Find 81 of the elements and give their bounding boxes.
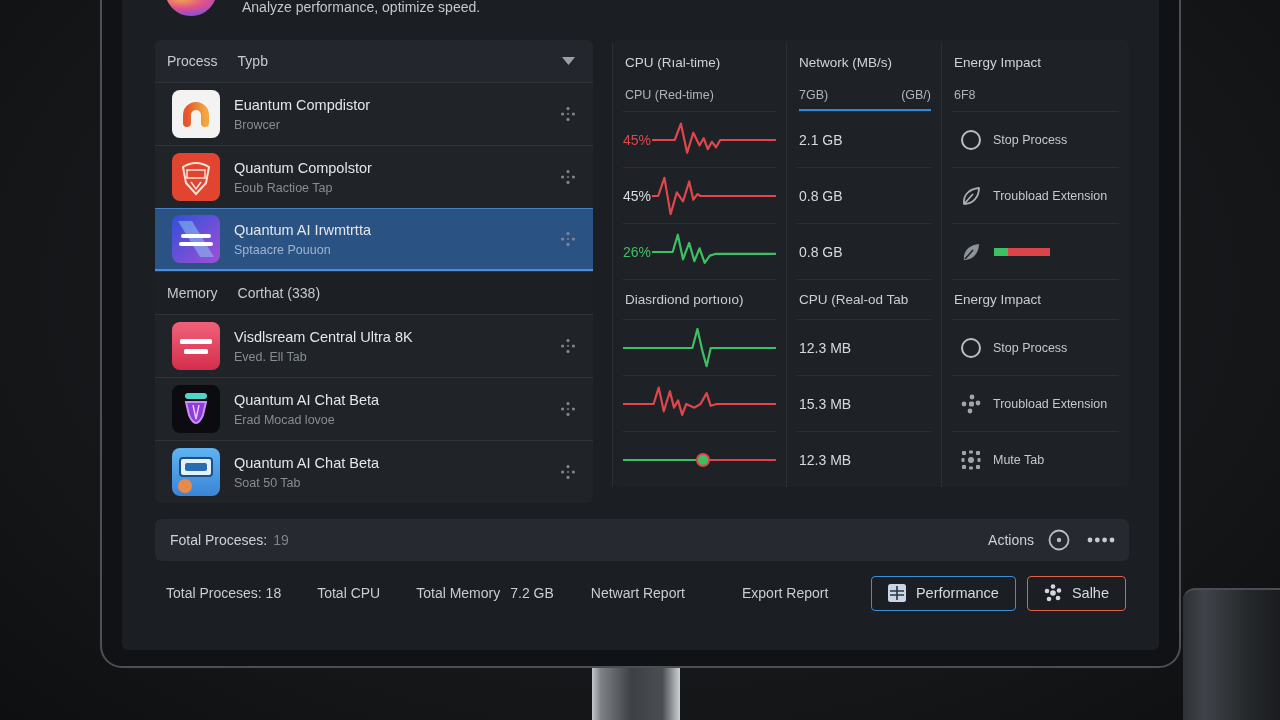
process-row[interactable]: Quantum AI Chat Beta Soat 50 Tab xyxy=(155,440,593,503)
process-detail: Soat 50 Tab xyxy=(234,475,301,490)
cpu-reading: 45% xyxy=(623,187,652,204)
process-detail: Eved. Ell Tab xyxy=(234,349,307,364)
process-name: Quantum AI Irwmtrtta xyxy=(234,221,371,238)
footer-button[interactable]: Performance xyxy=(870,575,1016,611)
app-icon xyxy=(172,215,220,263)
network-value: 0.8 GB xyxy=(798,187,843,204)
process-row[interactable]: Quantum AI Chat Beta Erad Mocad lovoe xyxy=(155,377,593,440)
action-item[interactable]: Troubload Extension xyxy=(952,392,1108,415)
process-name: Euantum Compdistor xyxy=(234,96,371,113)
process-detail: Erad Mocad lovoe xyxy=(234,412,335,427)
section-title: Diasrdiond portıoıo) xyxy=(623,279,776,319)
panel-icon xyxy=(887,584,906,602)
app-icon xyxy=(172,322,220,370)
column-subtitle: 7GB) xyxy=(799,88,829,102)
process-detail: Eoub Ractioe Tap xyxy=(234,180,333,195)
column-subtitle: 6F8 xyxy=(954,88,976,102)
ring-icon xyxy=(960,128,982,151)
column-header: Typb xyxy=(237,53,268,69)
slider-thumb[interactable] xyxy=(695,452,710,467)
drag-handle-icon[interactable] xyxy=(561,232,575,246)
footer-button[interactable]: Salhe xyxy=(1026,575,1126,611)
report-link[interactable]: Export Report xyxy=(742,585,829,601)
stat-value: 7.2 GB xyxy=(510,585,554,601)
section-title: CPU (Real-od Tab xyxy=(797,279,931,319)
actions-label: Actions xyxy=(988,532,1034,548)
caret-icon[interactable] xyxy=(562,57,575,65)
stat-label: Total Proceses: 18 xyxy=(166,585,282,601)
stat-label: Total Memory xyxy=(416,585,501,601)
process-name: Quantum Compolstor xyxy=(234,159,372,176)
process-row[interactable]: Euantum Compdistor Browcer xyxy=(155,82,593,145)
cpu-reading: 45% xyxy=(623,131,652,148)
report-link[interactable]: Netwart Report xyxy=(590,585,685,601)
column-header: Process xyxy=(167,53,218,69)
process-detail: Sptaacre Pouuon xyxy=(234,242,331,257)
network-value: 2.1 GB xyxy=(798,131,843,148)
summary-value: 19 xyxy=(273,532,289,548)
network-value: 15.3 MB xyxy=(798,395,852,412)
column-header: Corthat (338) xyxy=(237,285,321,301)
dot-grid-icon xyxy=(960,448,982,471)
app-icon xyxy=(172,385,220,433)
drag-handle-icon[interactable] xyxy=(561,107,575,121)
network-value: 0.8 GB xyxy=(798,243,843,260)
column-header: Memory xyxy=(167,285,218,301)
ring-dot-icon[interactable] xyxy=(1048,529,1070,551)
column-title: Energy Impact xyxy=(953,53,1043,72)
column-title: CPU (Rıal-time) xyxy=(624,53,722,72)
action-item[interactable]: Troubload Extension xyxy=(952,184,1108,207)
network-value: 12.3 MB xyxy=(798,339,852,356)
gear-icon xyxy=(1043,584,1062,602)
more-options-icon[interactable] xyxy=(1087,537,1115,543)
ring-icon xyxy=(960,336,982,359)
stat-label: Total CPU xyxy=(317,585,381,601)
app-subtitle: Analyze performance, optimize speed. xyxy=(242,0,481,14)
process-name: Quantum AI Chat Beta xyxy=(234,454,380,471)
drag-handle-icon[interactable] xyxy=(561,465,575,479)
logo-icon xyxy=(165,0,217,16)
column-subtitle: (GB/) xyxy=(901,88,931,102)
app-icon xyxy=(172,448,220,496)
process-row[interactable]: Quantum AI Irwmtrtta Sptaacre Pouuon xyxy=(155,208,593,271)
process-row[interactable]: Visdlsream Central Ultra 8K Eved. Ell Tab xyxy=(155,314,593,377)
column-subtitle: CPU (Red-time) xyxy=(625,88,714,102)
process-name: Quantum AI Chat Beta xyxy=(234,391,380,408)
action-item[interactable]: Stop Process xyxy=(952,128,1068,151)
drag-handle-icon[interactable] xyxy=(561,402,575,416)
network-value: 12.3 MB xyxy=(798,451,852,468)
column-title: Network (MB/s) xyxy=(798,53,893,72)
action-item[interactable]: Mute Tab xyxy=(952,448,1045,471)
drag-handle-icon[interactable] xyxy=(561,170,575,184)
app-icon xyxy=(172,90,220,138)
cpu-reading: 26% xyxy=(623,243,652,260)
summary-label: Fotal Proceses: xyxy=(170,532,268,548)
leaf-icon xyxy=(960,184,982,207)
section-title: Energy Impact xyxy=(952,279,1119,319)
process-detail: Browcer xyxy=(234,117,280,132)
action-item[interactable]: Stop Process xyxy=(952,336,1068,359)
cluster-icon xyxy=(960,392,982,415)
process-name: Visdlsream Central Ultra 8K xyxy=(234,328,413,345)
drag-handle-icon[interactable] xyxy=(561,339,575,353)
app-icon xyxy=(172,153,220,201)
